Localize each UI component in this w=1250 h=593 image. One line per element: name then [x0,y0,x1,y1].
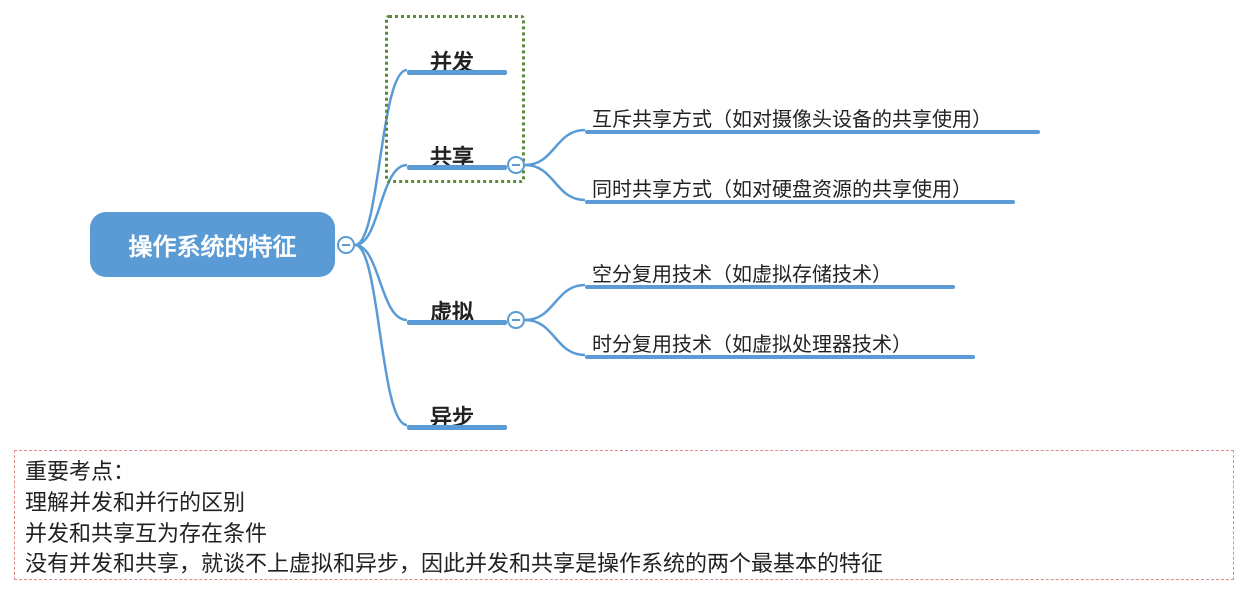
collapse-icon[interactable] [507,156,525,174]
leaf-node-simultaneous-sharing[interactable]: 同时共享方式（如对硬盘资源的共享使用） [592,173,972,202]
underline [585,285,955,289]
leaf-node-time-multiplex[interactable]: 时分复用技术（如虚拟处理器技术） [592,328,912,357]
leaf-label: 空分复用技术（如虚拟存储技术） [592,264,892,286]
leaf-node-space-multiplex[interactable]: 空分复用技术（如虚拟存储技术） [592,258,892,287]
notes-line: 理解并发和并行的区别 [25,488,1223,519]
underline [407,70,507,75]
leaf-node-mutex-sharing[interactable]: 互斥共享方式（如对摄像头设备的共享使用） [592,103,992,132]
mindmap-canvas: 操作系统的特征 并发 共享 互斥共享方式（如对摄像头设备的共享使用） 同时共享方… [0,0,1250,593]
leaf-label: 时分复用技术（如虚拟处理器技术） [592,334,912,356]
notes-line: 并发和共享互为存在条件 [25,519,1223,550]
underline [585,130,1040,134]
collapse-icon[interactable] [507,311,525,329]
notes-title: 重要考点： [25,457,1223,488]
underline [407,165,507,170]
leaf-label: 互斥共享方式（如对摄像头设备的共享使用） [592,109,992,131]
collapse-icon[interactable] [337,236,355,254]
leaf-label: 同时共享方式（如对硬盘资源的共享使用） [592,179,972,201]
root-node[interactable]: 操作系统的特征 [90,212,335,277]
notes-line: 没有并发和共享，就谈不上虚拟和异步，因此并发和共享是操作系统的两个最基本的特征 [25,549,1223,580]
notes-box: 重要考点： 理解并发和并行的区别 并发和共享互为存在条件 没有并发和共享，就谈不… [14,450,1234,580]
underline [407,320,507,325]
root-label: 操作系统的特征 [129,227,297,262]
underline [585,200,1015,204]
underline [585,355,975,359]
underline [407,425,507,430]
